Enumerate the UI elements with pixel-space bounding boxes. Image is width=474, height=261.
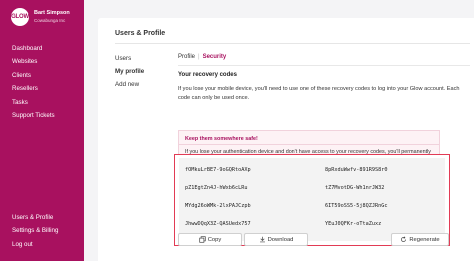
recovery-code: JhwwDQqX3Z-QASUedx757 [185, 221, 251, 227]
sidebar-item-resellers[interactable]: Resellers [12, 82, 55, 95]
user-name[interactable]: Bart Simpson [34, 10, 70, 17]
copy-button[interactable]: Copy [178, 233, 242, 246]
copy-label: Copy [207, 236, 222, 243]
sidebar-item-dashboard[interactable]: Dashboard [12, 42, 55, 55]
copy-icon [199, 236, 206, 243]
main-card: Users & Profile Users My profile Add new… [98, 18, 474, 261]
sidebar-item-settings-billing[interactable]: Settings & Billing [12, 224, 58, 237]
submenu-item-users[interactable]: Users [115, 52, 144, 65]
recovery-code: fOMkuLrBE7-9oGQRtoAXp [185, 167, 251, 173]
tab-separator: | [198, 54, 200, 60]
sidebar-item-websites[interactable]: Websites [12, 55, 55, 68]
regenerate-button[interactable]: Regenerate [391, 233, 449, 246]
download-label: Download [267, 236, 294, 243]
recovery-code: YEuJ0QFKr-oTtaZuxz [325, 221, 382, 227]
download-icon [259, 236, 265, 243]
recovery-code: pZ1EgtZn4J-hWxb6cLRu [185, 185, 248, 191]
regenerate-label: Regenerate [409, 236, 440, 243]
tab-profile[interactable]: Profile [178, 54, 195, 60]
profile-tabs: Profile | Security [178, 52, 226, 62]
tab-security[interactable]: Security [203, 54, 227, 60]
title-divider [115, 43, 470, 44]
warning-heading: Keep them somewhere safe! [185, 136, 258, 142]
sidebar-bottom-nav: Users & Profile Settings & Billing Log o… [12, 211, 58, 251]
page-title: Users & Profile [115, 30, 166, 37]
recovery-code: 8pRxduWwfv-891R9S8r0 [325, 167, 388, 173]
sidebar: GLOW Bart Simpson Cowabunga Inc Dashboar… [0, 0, 84, 261]
sidebar-nav: Dashboard Websites Clients Resellers Tas… [12, 42, 55, 122]
recovery-code: MYdg26oWMk-2lxPAJCzpb [185, 203, 251, 209]
profile-submenu: Users My profile Add new [115, 52, 144, 91]
sidebar-item-tasks[interactable]: Tasks [12, 96, 55, 109]
tabs-divider [178, 65, 470, 66]
recovery-code: 6IT59oSS5-5j8QZJRnGc [325, 203, 388, 209]
recovery-codes-panel: fOMkuLrBE7-9oGQRtoAXp 8pRxduWwfv-891R9S8… [179, 158, 445, 241]
intro-text: If you lose your mobile device, you'll n… [178, 86, 460, 101]
brand: GLOW Bart Simpson Cowabunga Inc [11, 8, 70, 26]
submenu-item-my-profile[interactable]: My profile [115, 65, 144, 78]
submenu-item-add-new[interactable]: Add new [115, 78, 144, 91]
user-block: Bart Simpson Cowabunga Inc [34, 10, 70, 24]
recovery-code: tZ7MvotDG-Wh1nrJW32 [325, 185, 385, 191]
sidebar-item-support-tickets[interactable]: Support Tickets [12, 109, 55, 122]
glow-logo[interactable]: GLOW [11, 8, 29, 26]
sidebar-item-users-profile[interactable]: Users & Profile [12, 211, 58, 224]
sidebar-item-log-out[interactable]: Log out [12, 238, 58, 251]
download-button[interactable]: Download [244, 233, 308, 246]
warning-divider [179, 144, 439, 145]
section-heading: Your recovery codes [178, 72, 237, 78]
sidebar-item-clients[interactable]: Clients [12, 69, 55, 82]
refresh-icon [401, 236, 407, 242]
user-company: Cowabunga Inc [34, 18, 66, 23]
